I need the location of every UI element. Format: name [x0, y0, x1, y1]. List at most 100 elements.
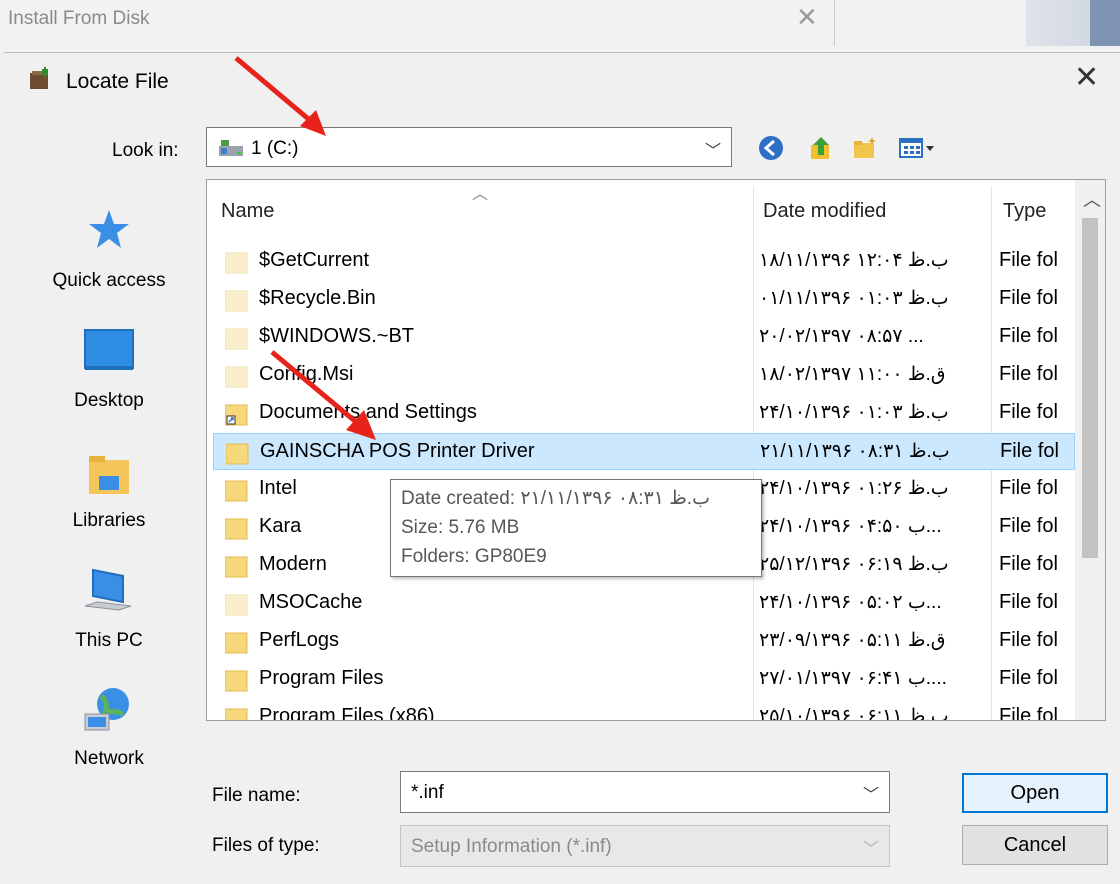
background-close-icon[interactable]: ✕: [796, 2, 818, 33]
vertical-scrollbar[interactable]: ︿ ﹀: [1075, 180, 1105, 720]
background-window-title: Install From Disk: [8, 8, 150, 29]
file-row[interactable]: Config.Msi ۱۸/۰۲/۱۳۹۷ ق.ظ ۱۱:۰۰ File fol: [213, 357, 1075, 394]
places-bar: Quick access Desktop Libraries This PC N…: [24, 178, 194, 798]
file-date-modified: ۲۴/۱۰/۱۳۹۶ ب.ظ ۰۱:۲۶: [759, 478, 949, 499]
look-in-label: Look in:: [112, 140, 179, 161]
vertical-scroll-thumb[interactable]: [1082, 218, 1098, 558]
file-date-modified: ۲۰/۰۲/۱۳۹۷ ۰۸:۵۷ ...: [759, 326, 924, 347]
file-row[interactable]: Program Files ۲۷/۰۱/۱۳۹۷ ب ۰۶:۴۱.... File …: [213, 661, 1075, 698]
view-menu-icon[interactable]: [898, 135, 938, 161]
file-name: Program Files (x86): [259, 705, 435, 721]
file-type: File fol: [999, 553, 1058, 575]
place-libraries[interactable]: [24, 448, 194, 503]
place-quick-access[interactable]: [24, 206, 194, 259]
file-type: File fol: [999, 287, 1058, 309]
file-row[interactable]: PerfLogs ۲۳/۰۹/۱۳۹۶ ق.ظ ۰۵:۱۱ File fol: [213, 623, 1075, 660]
file-date-modified: ۲۱/۱۱/۱۳۹۶ ب.ظ ۰۸:۳۱: [760, 441, 950, 462]
tooltip-size: Size: 5.76 MB: [401, 517, 520, 538]
file-name: MSOCache: [259, 591, 363, 613]
open-button[interactable]: Open: [962, 773, 1108, 813]
file-name-value[interactable]: *.inf: [411, 782, 444, 804]
up-folder-icon[interactable]: [808, 135, 834, 161]
place-label-desktop[interactable]: Desktop: [24, 390, 194, 412]
star-icon: [89, 210, 129, 248]
network-icon: [84, 688, 129, 731]
folder-icon: [225, 480, 248, 502]
file-row[interactable]: GAINSCHA POS Printer Driver ۲۱/۱۱/۱۳۹۶ ب.…: [213, 433, 1075, 470]
cancel-button[interactable]: Cancel: [962, 825, 1108, 865]
computer-icon: [84, 568, 132, 611]
file-name: $Recycle.Bin: [259, 287, 376, 309]
file-date-modified: ۱۸/۱۱/۱۳۹۶ ب.ظ ۱۲:۰۴: [759, 250, 949, 271]
place-desktop[interactable]: [24, 326, 194, 379]
folder-icon: [225, 518, 248, 540]
folder-icon: [225, 366, 248, 388]
file-type: File fol: [999, 629, 1058, 651]
file-row[interactable]: Program Files (x86) ۲۵/۱۰/۱۳۹۶ ب.ظ ۰۶:۱۱ F…: [213, 699, 1075, 721]
file-type: File fol: [1000, 440, 1059, 462]
file-date-modified: ۲۴/۱۰/۱۳۹۶ ب ۰۵:۰۲...: [759, 592, 942, 613]
tooltip-date-created: Date created: ۲۱/۱۱/۱۳۹۶ ب.ظ ۰۸:۳۱: [401, 488, 710, 509]
file-row[interactable]: $WINDOWS.~BT ۲۰/۰۲/۱۳۹۷ ۰۸:۵۷ ... File fol: [213, 319, 1075, 356]
file-name: Config.Msi: [259, 363, 354, 385]
file-row[interactable]: $Recycle.Bin ۰۱/۱۱/۱۳۹۶ ب.ظ ۰۱:۰۳ File fol: [213, 281, 1075, 318]
file-row[interactable]: $GetCurrent ۱۸/۱۱/۱۳۹۶ ب.ظ ۱۲:۰۴ File fol: [213, 243, 1075, 280]
file-name: $GetCurrent: [259, 249, 370, 271]
file-date-modified: ۲۴/۱۰/۱۳۹۶ ب.ظ ۰۱:۰۳: [759, 402, 949, 423]
file-name: PerfLogs: [259, 629, 340, 651]
file-type: File fol: [999, 515, 1058, 537]
chevron-down-icon[interactable]: ﹀: [863, 781, 879, 805]
file-row[interactable]: Documents and Settings ۲۴/۱۰/۱۳۹۶ ب.ظ ۰۱:…: [213, 395, 1075, 432]
place-this-pc[interactable]: [24, 566, 194, 627]
background-divider: [834, 0, 835, 46]
folder-icon: [225, 290, 248, 312]
place-label-quick-access[interactable]: Quick access: [24, 270, 194, 292]
folder-icon: [225, 594, 248, 616]
column-header-name[interactable]: Name: [221, 200, 274, 223]
file-type-value: Setup Information (*.inf): [411, 836, 612, 857]
file-name: GAINSCHA POS Printer Driver: [260, 440, 535, 462]
desktop-icon: [84, 329, 134, 370]
file-type: File fol: [999, 705, 1058, 721]
look-in-dropdown[interactable]: 1 (C:) ﹀: [206, 127, 732, 167]
column-header-type[interactable]: Type: [1003, 200, 1046, 223]
locate-file-dialog: Locate File ✕ Look in: 1 (C:) ﹀ Quick ac…: [4, 52, 1120, 884]
file-type: File fol: [999, 477, 1058, 499]
folder-icon: [226, 443, 249, 465]
file-type: File fol: [999, 591, 1058, 613]
file-name: Kara: [259, 515, 302, 537]
close-icon[interactable]: ✕: [1074, 63, 1099, 93]
file-type: File fol: [999, 363, 1058, 385]
file-list[interactable]: ︿ Name Date modified Type $GetCurrent ۱۸/…: [206, 179, 1106, 721]
folder-icon: [225, 252, 248, 274]
new-folder-icon[interactable]: [852, 135, 878, 161]
place-label-libraries[interactable]: Libraries: [24, 510, 194, 532]
file-type: File fol: [999, 401, 1058, 423]
back-icon[interactable]: [758, 135, 784, 161]
file-date-modified: ۲۷/۰۱/۱۳۹۷ ب ۰۶:۴۱....: [759, 668, 947, 689]
place-network[interactable]: [24, 684, 194, 745]
folder-open-icon: [30, 67, 48, 89]
file-name-input[interactable]: *.inf ﹀: [400, 771, 890, 813]
column-header-date[interactable]: Date modified: [763, 200, 886, 223]
folder-icon: [225, 328, 248, 350]
file-name: Program Files: [259, 667, 384, 689]
file-date-modified: ۲۵/۱۰/۱۳۹۶ ب.ظ ۰۶:۱۱: [759, 706, 949, 721]
file-row[interactable]: MSOCache ۲۴/۱۰/۱۳۹۶ ب ۰۵:۰۲... File fol: [213, 585, 1075, 622]
tooltip-folders: Folders: GP80E9: [401, 546, 547, 567]
folder-icon: [225, 404, 248, 426]
place-label-this-pc[interactable]: This PC: [24, 630, 194, 652]
file-type-dropdown: Setup Information (*.inf) ﹀: [400, 825, 890, 867]
file-date-modified: ۱۸/۰۲/۱۳۹۷ ق.ظ ۱۱:۰۰: [759, 364, 946, 385]
background-window: Install From Disk ✕: [0, 0, 1120, 52]
file-name: Intel: [259, 477, 297, 499]
folder-icon: [225, 670, 248, 692]
sort-ascending-icon: ︿: [472, 186, 489, 203]
file-name: Documents and Settings: [259, 401, 477, 423]
chevron-down-icon: ﹀: [862, 841, 879, 858]
chevron-down-icon[interactable]: ﹀: [705, 137, 721, 161]
file-name: $WINDOWS.~BT: [259, 325, 415, 347]
place-label-network[interactable]: Network: [24, 748, 194, 770]
file-name-label: File name:: [212, 785, 301, 806]
scroll-up-icon[interactable]: ︿: [1083, 186, 1101, 212]
